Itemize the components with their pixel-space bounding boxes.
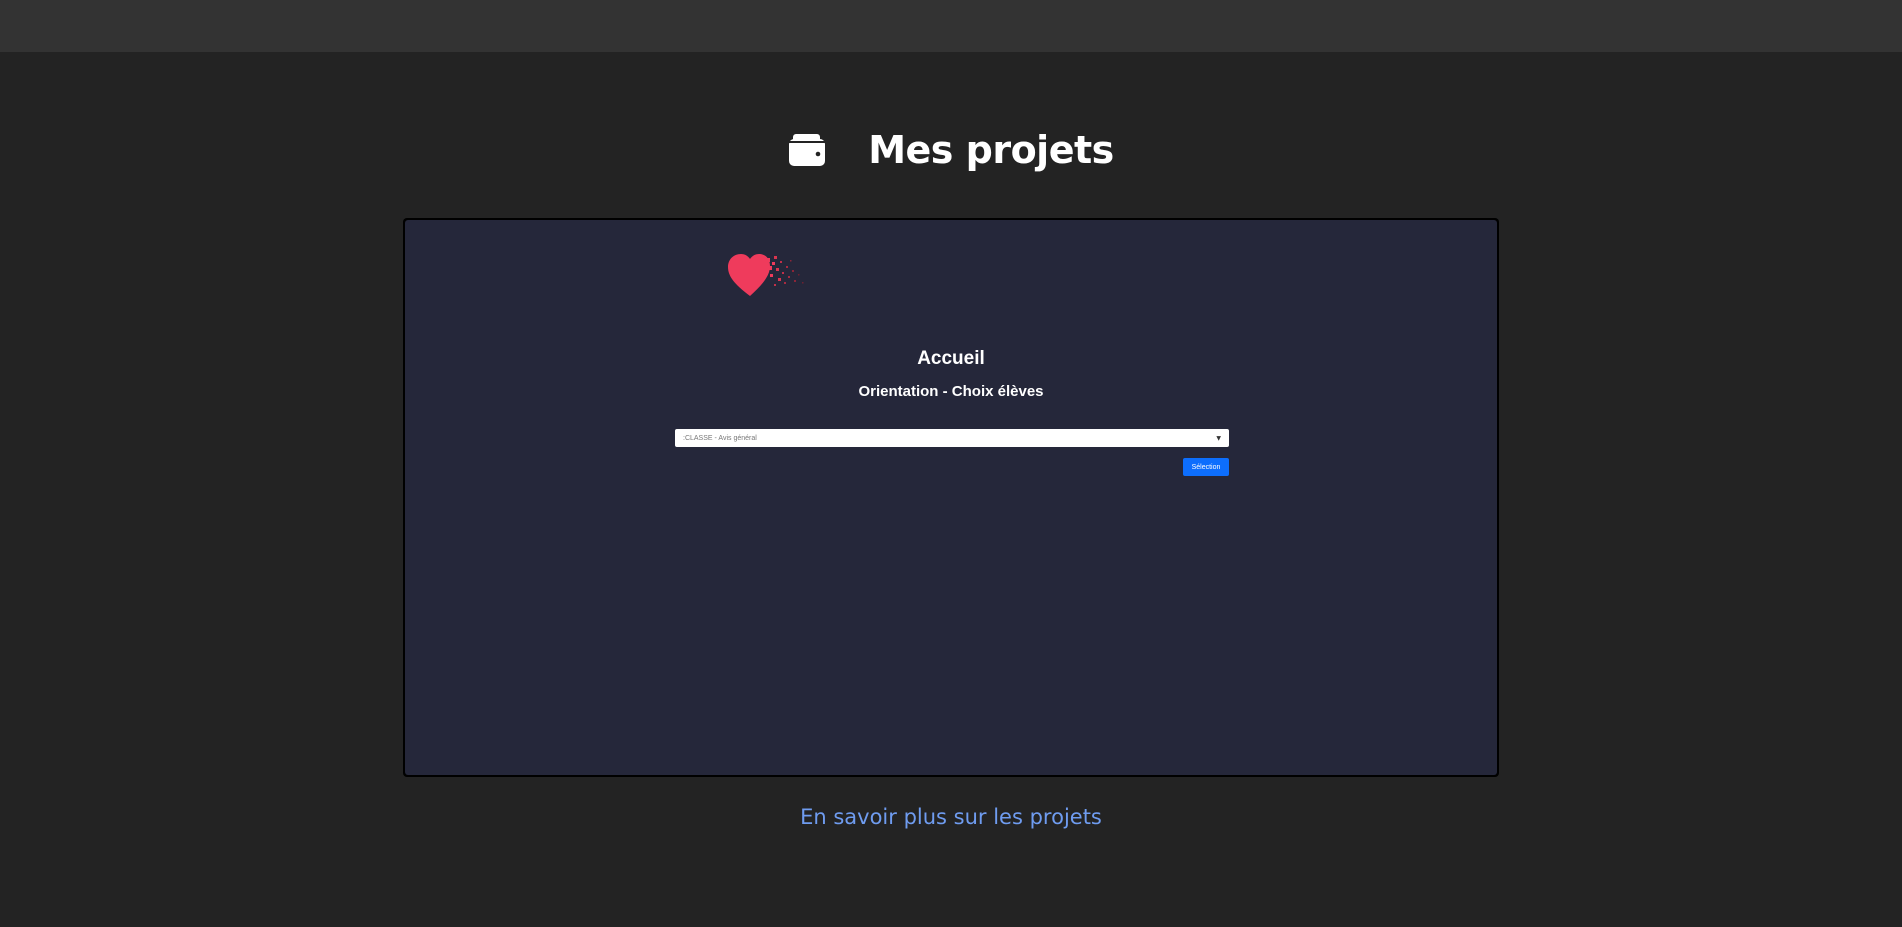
project-preview: Accueil Orientation - Choix élèves :CLAS…	[405, 220, 1497, 775]
selection-button[interactable]: Sélection	[1183, 458, 1229, 476]
learn-more-link[interactable]: En savoir plus sur les projets	[0, 805, 1902, 829]
class-select-value: :CLASSE - Avis général	[683, 434, 757, 442]
preview-title: Accueil	[917, 348, 985, 369]
page-title: Mes projets	[868, 128, 1114, 172]
top-bar	[0, 0, 1902, 52]
class-select[interactable]: :CLASSE - Avis général ▼	[675, 429, 1229, 447]
heart-logo	[728, 254, 804, 296]
wallet-icon	[789, 134, 826, 166]
chevron-down-icon: ▼	[1216, 434, 1221, 442]
preview-subtitle: Orientation - Choix élèves	[858, 383, 1044, 400]
project-preview-card[interactable]: Accueil Orientation - Choix élèves :CLAS…	[403, 218, 1499, 777]
page-header: Mes projets	[0, 120, 1902, 180]
